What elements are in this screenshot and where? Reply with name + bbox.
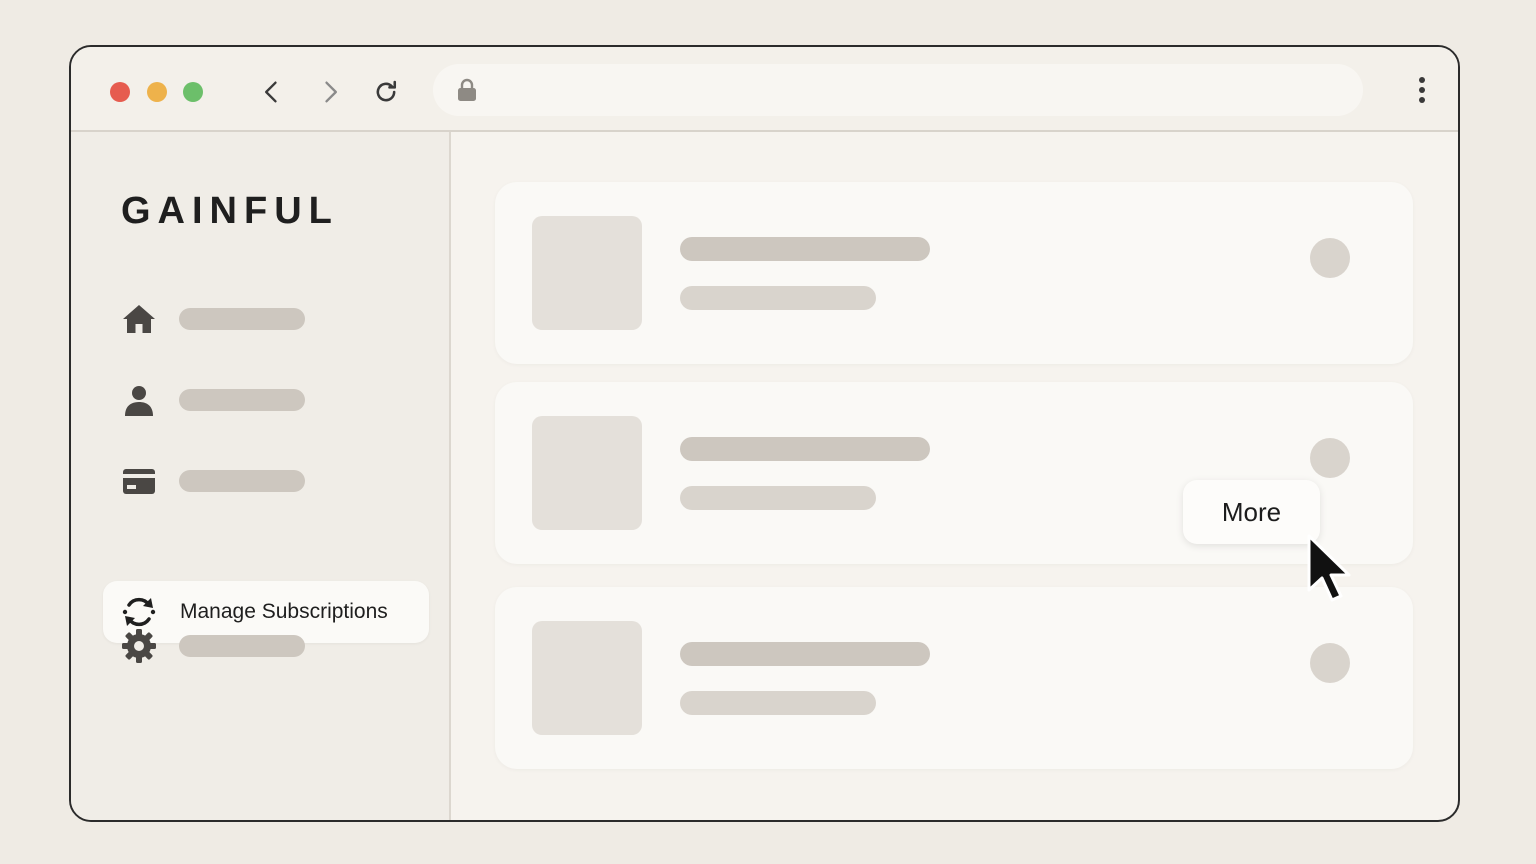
item-subtitle-placeholder — [680, 286, 876, 310]
item-thumbnail — [532, 621, 642, 735]
item-title-placeholder — [680, 437, 930, 461]
item-title-placeholder — [680, 237, 930, 261]
lock-icon — [458, 78, 476, 101]
sidebar-item-label-placeholder — [179, 308, 305, 330]
sidebar-item-label-placeholder — [179, 635, 305, 657]
sidebar-item-label-placeholder — [179, 389, 305, 411]
item-subtitle-placeholder — [680, 691, 876, 715]
more-vertical-icon-dot — [1419, 97, 1425, 103]
sidebar-item-home[interactable] — [103, 288, 429, 350]
browser-menu-button[interactable] — [1416, 73, 1428, 109]
more-vertical-icon-dot — [1419, 87, 1425, 93]
forward-icon — [325, 81, 337, 103]
minimize-window-button[interactable] — [147, 82, 167, 102]
sidebar-item-profile[interactable] — [103, 369, 429, 431]
back-icon — [265, 81, 277, 103]
item-thumbnail — [532, 416, 642, 530]
item-thumbnail — [532, 216, 642, 330]
sidebar-item-label-placeholder — [179, 470, 305, 492]
list-item[interactable] — [495, 182, 1413, 364]
item-action-button[interactable] — [1310, 438, 1350, 478]
item-action-button[interactable] — [1310, 643, 1350, 683]
app-logo: GAINFUL — [121, 190, 339, 232]
reload-button[interactable] — [370, 76, 402, 108]
sidebar: GAINFUL Manage Subscriptions — [71, 132, 451, 820]
browser-toolbar — [71, 47, 1458, 132]
item-title-placeholder — [680, 642, 930, 666]
mouse-pointer-icon — [1307, 534, 1351, 602]
credit-card-icon — [123, 469, 155, 494]
item-subtitle-placeholder — [680, 486, 876, 510]
maximize-window-button[interactable] — [183, 82, 203, 102]
sidebar-item-billing[interactable] — [103, 450, 429, 512]
reload-icon — [376, 80, 397, 102]
user-icon — [125, 386, 153, 416]
sidebar-item-settings[interactable] — [103, 615, 429, 677]
more-button[interactable]: More — [1183, 480, 1320, 544]
list-item[interactable] — [495, 587, 1413, 769]
back-button[interactable] — [256, 76, 288, 108]
more-vertical-icon — [1419, 77, 1425, 83]
close-window-button[interactable] — [110, 82, 130, 102]
browser-window: GAINFUL Manage Subscriptions More — [69, 45, 1460, 822]
address-bar[interactable] — [433, 64, 1363, 116]
home-icon — [123, 305, 155, 333]
forward-button[interactable] — [314, 76, 346, 108]
item-action-button[interactable] — [1310, 238, 1350, 278]
gear-icon — [122, 629, 156, 663]
